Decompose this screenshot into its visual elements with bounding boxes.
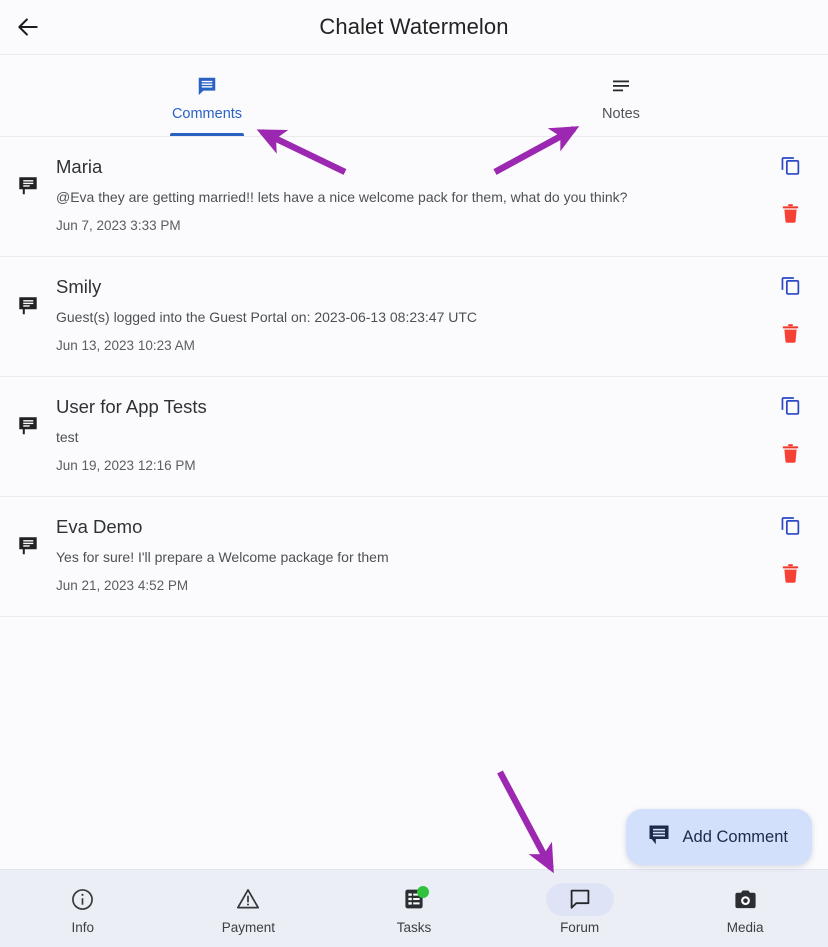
- comment-flag-icon: [0, 397, 56, 437]
- comment-flag-icon: [0, 277, 56, 317]
- comment-author: Maria: [56, 156, 103, 177]
- tab-comments-label: Comments: [171, 106, 243, 122]
- table-row[interactable]: Eva Demo Yes for sure! I'll prepare a We…: [0, 497, 828, 618]
- app-header: Chalet Watermelon: [0, 0, 828, 55]
- copy-icon: [779, 154, 802, 182]
- copy-button[interactable]: [777, 515, 803, 541]
- delete-button[interactable]: [777, 443, 803, 469]
- nav-label-info: Info: [71, 919, 95, 935]
- tab-active-underline: [170, 133, 244, 136]
- trash-icon: [779, 442, 802, 470]
- nav-item-forum[interactable]: Forum: [497, 882, 663, 935]
- nav-label-tasks: Tasks: [396, 919, 432, 935]
- delete-button[interactable]: [777, 203, 803, 229]
- comment-actions: [770, 275, 810, 349]
- copy-button[interactable]: [777, 155, 803, 181]
- table-row[interactable]: User for App Tests test Jun 19, 2023 12:…: [0, 377, 828, 498]
- comment-actions: [770, 155, 810, 229]
- nav-label-payment: Payment: [221, 919, 276, 935]
- camera-icon: [711, 883, 779, 916]
- comment-actions: [770, 395, 810, 469]
- copy-icon: [779, 514, 802, 542]
- trash-icon: [779, 202, 802, 230]
- copy-icon: [779, 394, 802, 422]
- comment-filled-icon: [196, 73, 218, 99]
- trash-icon: [779, 562, 802, 590]
- comment-author: User for App Tests: [56, 396, 207, 418]
- delete-button[interactable]: [777, 323, 803, 349]
- add-comment-label: Add Comment: [682, 827, 788, 846]
- tab-notes[interactable]: Notes: [414, 55, 828, 136]
- tab-comments[interactable]: Comments: [0, 55, 414, 136]
- comment-text: @Eva they are getting married!! lets hav…: [56, 189, 628, 206]
- nav-item-payment[interactable]: Payment: [166, 883, 332, 935]
- comment-date: Jun 19, 2023 12:16 PM: [56, 457, 196, 473]
- nav-item-media[interactable]: Media: [662, 883, 828, 935]
- comment-date: Jun 21, 2023 4:52 PM: [56, 577, 189, 593]
- table-row[interactable]: Smily Guest(s) logged into the Guest Por…: [0, 257, 828, 378]
- add-comment-button[interactable]: Add Comment: [625, 809, 812, 865]
- back-button[interactable]: [0, 0, 56, 55]
- comments-list: Maria @Eva they are getting married!! le…: [0, 137, 828, 869]
- comment-flag-icon: [0, 517, 56, 557]
- comment-content: User for App Tests test Jun 19, 2023 12:…: [56, 396, 828, 474]
- comment-text: test: [56, 429, 79, 446]
- arrow-left-icon: [15, 14, 41, 40]
- comment-content: Maria @Eva they are getting married!! le…: [56, 156, 828, 234]
- comment-flag-icon: [0, 157, 56, 197]
- chat-bubble-outline-icon: [545, 882, 614, 916]
- comment-date: Jun 13, 2023 10:23 AM: [56, 337, 195, 353]
- tab-bar: Comments Notes: [0, 55, 828, 137]
- tasks-badge: [416, 885, 429, 898]
- nav-item-tasks[interactable]: Tasks: [331, 883, 497, 935]
- tab-notes-label: Notes: [602, 106, 640, 122]
- comment-author: Eva Demo: [56, 516, 143, 538]
- app-root: Chalet Watermelon Comments Notes Maria @…: [0, 0, 828, 947]
- comment-date: Jun 7, 2023 3:33 PM: [56, 217, 181, 233]
- nav-label-forum: Forum: [560, 919, 600, 935]
- comment-author: Smily: [56, 276, 102, 298]
- nav-label-media: Media: [726, 919, 764, 935]
- comment-content: Smily Guest(s) logged into the Guest Por…: [56, 276, 828, 354]
- nav-item-info[interactable]: Info: [0, 883, 166, 935]
- comment-actions: [770, 515, 810, 589]
- info-circle-icon: [49, 883, 117, 916]
- subject-lines-icon: [609, 73, 633, 99]
- comment-content: Eva Demo Yes for sure! I'll prepare a We…: [56, 516, 828, 594]
- warning-triangle-icon: [214, 883, 282, 916]
- copy-button[interactable]: [777, 275, 803, 301]
- clipboard-list-icon: [380, 883, 448, 916]
- page-title: Chalet Watermelon: [319, 14, 509, 39]
- table-row[interactable]: Maria @Eva they are getting married!! le…: [0, 137, 828, 258]
- bottom-navigation: Info Payment Tasks Forum Media: [0, 869, 828, 947]
- comment-filled-icon: [647, 823, 671, 852]
- comment-text: Yes for sure! I'll prepare a Welcome pac…: [56, 549, 389, 566]
- copy-icon: [779, 274, 802, 302]
- comment-text: Guest(s) logged into the Guest Portal on…: [56, 309, 478, 326]
- trash-icon: [779, 322, 802, 350]
- copy-button[interactable]: [777, 395, 803, 421]
- delete-button[interactable]: [777, 563, 803, 589]
